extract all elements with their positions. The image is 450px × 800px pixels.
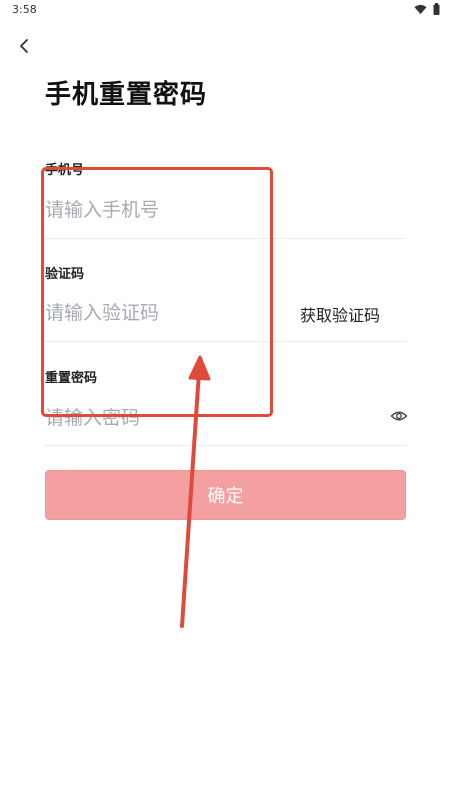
- battery-icon: [433, 3, 440, 15]
- annotation-arrow: [180, 355, 211, 628]
- phone-divider: [45, 238, 406, 239]
- status-time: 3:58: [12, 3, 37, 16]
- page-title: 手机重置密码: [45, 80, 208, 110]
- get-code-button[interactable]: 获取验证码: [300, 302, 380, 326]
- phone-input[interactable]: [45, 195, 295, 225]
- status-icons: [414, 3, 440, 15]
- chevron-left-icon: [20, 39, 28, 53]
- status-bar: 3:58: [0, 0, 450, 20]
- toggle-password-visibility-button[interactable]: [390, 407, 408, 425]
- eye-icon: [390, 411, 408, 421]
- code-input[interactable]: [45, 298, 295, 328]
- password-label: 重置密码: [45, 371, 98, 386]
- password-input[interactable]: [45, 403, 295, 433]
- password-divider: [45, 445, 406, 446]
- code-divider: [45, 341, 406, 342]
- reset-password-screen: 3:58 手机重置密码 手机号 验证码 获取验证码 重置密码: [0, 0, 450, 800]
- wifi-icon: [414, 4, 427, 14]
- phone-label: 手机号: [45, 163, 85, 178]
- back-button[interactable]: [12, 34, 36, 58]
- confirm-button[interactable]: 确定: [45, 470, 406, 520]
- code-label: 验证码: [45, 267, 85, 282]
